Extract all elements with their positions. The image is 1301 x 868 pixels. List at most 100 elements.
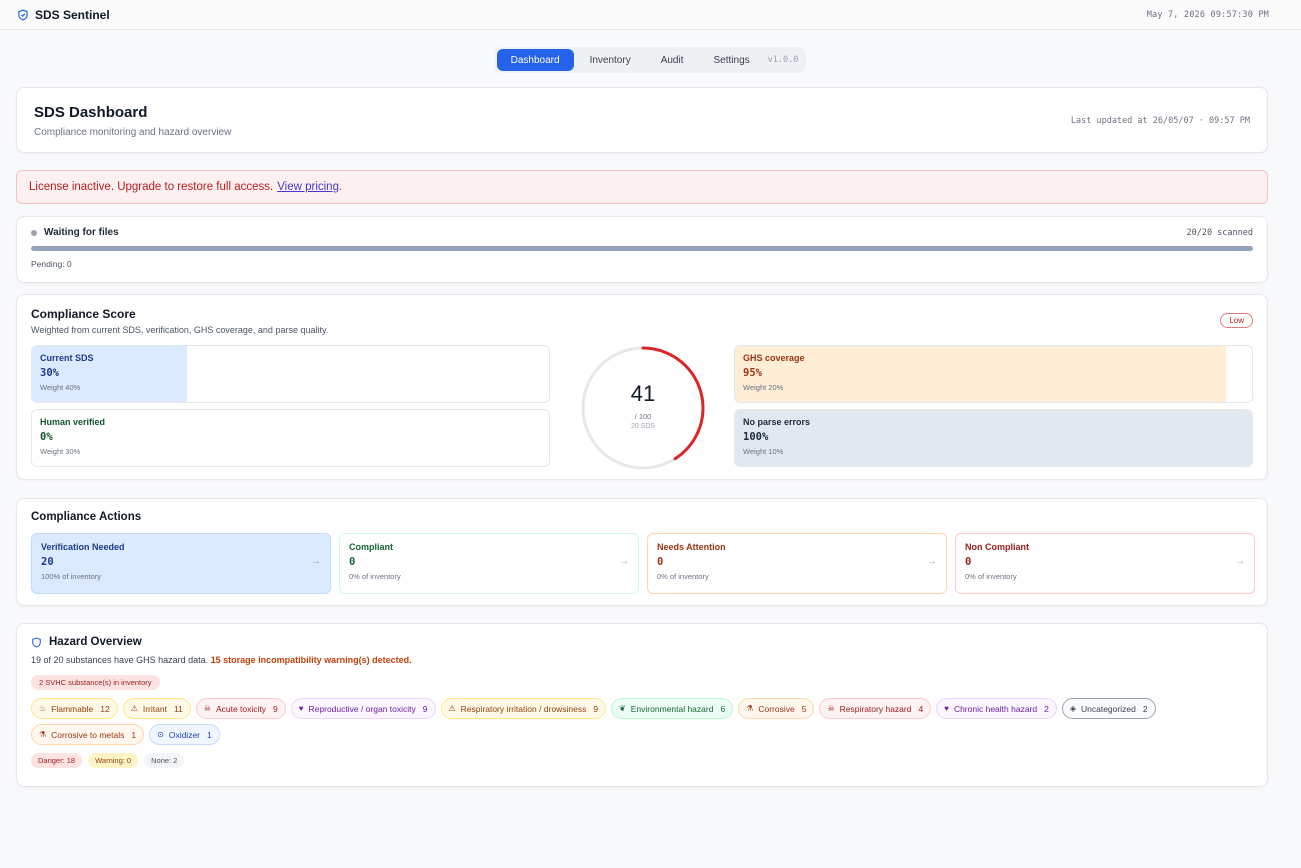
hazard-chip-label: Corrosive (758, 703, 795, 714)
hazard-chip-label: Respiratory hazard (839, 703, 912, 714)
metric-label: Current SDS (40, 353, 94, 363)
shield-icon (18, 8, 28, 21)
hazard-chips: ♨ Flammable 12 ⚠ Irritant 11 ☠ Acute toxicity 9 ♥… (31, 698, 1255, 745)
metric-human-verified: Human verified 0% Weight 30% (31, 409, 550, 467)
heart-icon: ♥ (944, 704, 949, 713)
hazard-chip[interactable]: ♥ Reproductive / organ toxicity 9 (290, 698, 436, 719)
hazard-chip-label: Irritant (142, 703, 167, 714)
skull-icon: ☠ (203, 704, 211, 713)
action-compliant[interactable]: Compliant 0 0% of inventory → (339, 533, 639, 594)
view-pricing-link[interactable]: View pricing (277, 181, 339, 193)
action-needs-attention[interactable]: Needs Attention 0 0% of inventory → (647, 533, 947, 594)
hazard-chip-count: 1 (131, 729, 137, 740)
warning-icon: ⚠ (448, 704, 456, 713)
hazard-chip-label: Environmental hazard (630, 703, 714, 714)
hazard-chip[interactable]: ⚗ Corrosive to metals 1 (31, 724, 145, 745)
tab-audit[interactable]: Audit (647, 49, 698, 71)
skull-icon: ☠ (827, 704, 835, 713)
scan-status-label: Waiting for files (44, 227, 119, 238)
hazard-chip-count: 9 (273, 703, 278, 714)
metric-weight: Weight 30% (40, 447, 81, 456)
action-label: Needs Attention (657, 542, 726, 552)
severity-badge: Warning: 0 (88, 753, 139, 768)
tab-settings[interactable]: Settings (700, 49, 764, 71)
severity-badge: None: 2 (144, 753, 185, 768)
action-percent: 100% of inventory (41, 572, 102, 581)
metric-value: 95% (743, 367, 762, 379)
hazard-chip[interactable]: ◈ Uncategorized 2 (1061, 698, 1156, 719)
shield-icon: ◈ (1069, 704, 1076, 713)
hazard-chip-count: 2 (1044, 703, 1049, 714)
arrow-right-icon: → (1235, 556, 1245, 567)
hazard-chip-count: 12 (100, 703, 110, 714)
hazard-chip-label: Reproductive / organ toxicity (308, 703, 416, 714)
hazard-overview-card: Hazard Overview 19 of 20 substances have… (16, 623, 1268, 787)
tab-dashboard[interactable]: Dashboard (496, 49, 574, 71)
storage-warning: 15 storage incompatibility warning(s) de… (210, 655, 412, 665)
hazard-chip[interactable]: ♨ Flammable 12 (31, 698, 118, 719)
license-message: License inactive. Upgrade to restore ful… (29, 181, 274, 193)
hazard-chip[interactable]: ⚠ Respiratory irritation / drowsiness 9 (440, 698, 607, 719)
action-percent: 0% of inventory (657, 572, 709, 581)
action-label: Verification Needed (41, 542, 125, 552)
arrow-right-icon: → (927, 556, 937, 567)
hazard-chip[interactable]: ⊙ Oxidizer 1 (149, 724, 220, 745)
action-value: 0 (657, 556, 664, 568)
score-count: 20 SDS (630, 423, 656, 430)
hazard-chip-label: Chronic health hazard (953, 703, 1038, 714)
hazard-chip-label: Acute toxicity (215, 703, 267, 714)
hazard-chip[interactable]: ⚠ Irritant 11 (122, 698, 191, 719)
hazard-chip-label: Respiratory irritation / drowsiness (460, 703, 587, 714)
hazard-summary: 19 of 20 substances have GHS hazard data… (31, 655, 1253, 665)
metric-weight: Weight 20% (743, 383, 784, 392)
scan-status: Waiting for files (31, 227, 119, 238)
action-percent: 0% of inventory (965, 572, 1017, 581)
hazard-chip-count: 9 (593, 703, 599, 714)
scan-status-card: Waiting for files 20/20 scanned Pending:… (16, 216, 1268, 283)
metric-no-parse-errors: No parse errors 100% Weight 10% (734, 409, 1253, 467)
arrow-right-icon: → (311, 556, 321, 567)
action-value: 20 (41, 556, 54, 568)
hazard-chip-count: 2 (1142, 703, 1148, 714)
version-label: v1.0.0 (767, 55, 799, 65)
svhc-badge: 2 SVHC substance(s) in inventory (31, 675, 160, 690)
tab-inventory[interactable]: Inventory (576, 49, 645, 71)
hazard-chip[interactable]: ❦ Environmental hazard 6 (611, 698, 734, 719)
brand[interactable]: SDS Sentinel (17, 8, 110, 22)
license-banner: License inactive. Upgrade to restore ful… (16, 170, 1268, 204)
score-level-badge: Low (1220, 313, 1253, 328)
metric-value: 0% (40, 431, 53, 443)
top-bar: SDS Sentinel May 7, 2026 09:57:30 PM (0, 0, 1301, 30)
scan-progress-fill (31, 246, 1253, 251)
metric-value: 100% (743, 431, 769, 443)
hazard-chip-count: 11 (173, 703, 183, 714)
hazard-chip-count: 5 (801, 703, 807, 714)
hazard-chip-label: Uncategorized (1081, 703, 1136, 714)
status-dot-icon (31, 229, 37, 236)
action-non-compliant[interactable]: Non Compliant 0 0% of inventory → (955, 533, 1255, 594)
hazard-chip[interactable]: ♥ Chronic health hazard 2 (936, 698, 1057, 719)
hazard-chip[interactable]: ⚗ Corrosive 5 (738, 698, 815, 719)
metric-ghs-coverage: GHS coverage 95% Weight 20% (734, 345, 1253, 403)
clock: May 7, 2026 09:57:30 PM (1146, 9, 1269, 20)
action-label: Non Compliant (965, 542, 1029, 552)
metric-label: No parse errors (743, 417, 811, 427)
action-value: 0 (965, 556, 972, 568)
hazard-summary-text: 19 of 20 substances have GHS hazard data… (31, 655, 209, 665)
metric-weight: Weight 40% (40, 383, 81, 392)
page-title: SDS Dashboard (34, 104, 148, 121)
hazard-chip-label: Corrosive to metals (51, 729, 125, 740)
dashboard-header: SDS Dashboard Compliance monitoring and … (16, 87, 1268, 153)
hazard-chip-count: 9 (422, 703, 428, 714)
scan-count: 20/20 scanned (1186, 227, 1253, 238)
last-updated: Last updated at 26/05/07 · 09:57 PM (1070, 116, 1250, 126)
score-out-of: / 100 (634, 412, 652, 421)
action-value: 0 (349, 556, 356, 568)
metric-label: GHS coverage (743, 353, 805, 363)
hazard-chip[interactable]: ☠ Acute toxicity 9 (195, 698, 286, 719)
metric-weight: Weight 10% (743, 447, 784, 456)
compliance-score-title: Compliance Score (31, 307, 136, 321)
hazard-chip[interactable]: ☠ Respiratory hazard 4 (819, 698, 932, 719)
action-verification-needed[interactable]: Verification Needed 20 100% of inventory… (31, 533, 331, 594)
hazard-chip-count: 1 (207, 729, 212, 740)
